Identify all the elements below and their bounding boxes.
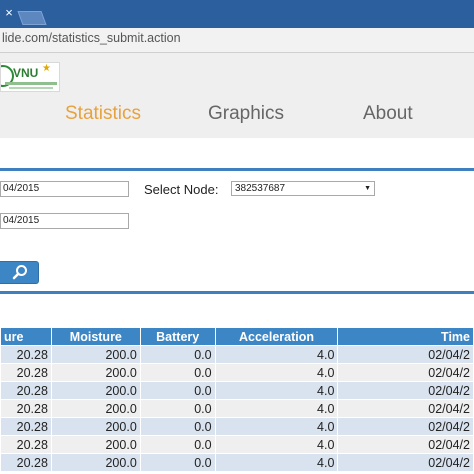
battery-cell: 0.0 xyxy=(139,417,216,436)
new-tab-button[interactable] xyxy=(17,11,47,25)
col-header-moisture[interactable]: Moisture xyxy=(50,327,141,346)
acceleration-cell: 4.0 xyxy=(214,417,339,436)
moisture-cell: 200.0 xyxy=(50,363,141,382)
battery-cell: 0.0 xyxy=(139,381,216,400)
logo-subline xyxy=(9,87,53,89)
moisture-cell: 200.0 xyxy=(50,417,141,436)
nav-about[interactable]: About xyxy=(363,103,413,125)
col-header-temperature[interactable]: ure xyxy=(0,327,52,346)
battery-cell: 0.0 xyxy=(139,453,216,472)
table-row: 20.28 200.0 0.0 4.0 02/04/2 xyxy=(0,435,474,454)
battery-cell: 0.0 xyxy=(139,399,216,418)
acceleration-cell: 4.0 xyxy=(214,435,339,454)
site-header: VNU ★ Statistics Graphics About xyxy=(0,53,474,138)
logo-subline xyxy=(5,82,57,85)
close-tab-icon[interactable]: × xyxy=(2,6,16,20)
acceleration-cell: 4.0 xyxy=(214,399,339,418)
select-node-label: Select Node: xyxy=(144,182,219,197)
search-icon xyxy=(12,265,27,280)
table-row: 20.28 200.0 0.0 4.0 02/04/2 xyxy=(0,453,474,472)
table-row: 20.28 200.0 0.0 4.0 02/04/2 xyxy=(0,345,474,364)
node-select-value: 382537687 xyxy=(235,183,286,194)
temperature-cell: 20.28 xyxy=(0,435,52,454)
nav-statistics[interactable]: Statistics xyxy=(65,103,141,125)
moisture-cell: 200.0 xyxy=(50,345,141,364)
temperature-cell: 20.28 xyxy=(0,453,52,472)
acceleration-cell: 4.0 xyxy=(214,381,339,400)
acceleration-cell: 4.0 xyxy=(214,453,339,472)
logo-text: VNU xyxy=(13,66,39,80)
moisture-cell: 200.0 xyxy=(50,435,141,454)
url-text: lide.com/statistics_submit.action xyxy=(2,31,181,45)
browser-tab-strip: × xyxy=(0,0,474,28)
col-header-time[interactable]: Time xyxy=(337,327,474,346)
temperature-cell: 20.28 xyxy=(0,399,52,418)
star-icon: ★ xyxy=(42,63,51,74)
time-cell: 02/04/2 xyxy=(337,363,474,382)
vnu-logo[interactable]: VNU ★ xyxy=(0,62,60,92)
col-header-battery[interactable]: Battery xyxy=(139,327,216,346)
table-row: 20.28 200.0 0.0 4.0 02/04/2 xyxy=(0,381,474,400)
moisture-cell: 200.0 xyxy=(50,399,141,418)
battery-cell: 0.0 xyxy=(139,345,216,364)
table-row: 20.28 200.0 0.0 4.0 02/04/2 xyxy=(0,399,474,418)
time-cell: 02/04/2 xyxy=(337,345,474,364)
time-cell: 02/04/2 xyxy=(337,399,474,418)
table-row: 20.28 200.0 0.0 4.0 02/04/2 xyxy=(0,417,474,436)
battery-cell: 0.0 xyxy=(139,435,216,454)
to-date-input[interactable]: 04/2015 xyxy=(0,213,129,229)
temperature-cell: 20.28 xyxy=(0,363,52,382)
table-header-row: ure Moisture Battery Acceleration Time xyxy=(0,327,474,346)
col-header-acceleration[interactable]: Acceleration xyxy=(214,327,339,346)
section-divider xyxy=(0,291,474,294)
dropdown-arrow-icon: ▼ xyxy=(364,185,371,192)
moisture-cell: 200.0 xyxy=(50,381,141,400)
acceleration-cell: 4.0 xyxy=(214,345,339,364)
time-cell: 02/04/2 xyxy=(337,381,474,400)
acceleration-cell: 4.0 xyxy=(214,363,339,382)
node-select[interactable]: 382537687 ▼ xyxy=(231,181,375,196)
time-cell: 02/04/2 xyxy=(337,435,474,454)
from-date-input[interactable]: 04/2015 xyxy=(0,181,129,197)
time-cell: 02/04/2 xyxy=(337,417,474,436)
search-button[interactable] xyxy=(0,261,39,284)
statistics-table: ure Moisture Battery Acceleration Time 2… xyxy=(0,327,474,472)
temperature-cell: 20.28 xyxy=(0,345,52,364)
nav-graphics[interactable]: Graphics xyxy=(208,103,284,125)
address-bar[interactable]: lide.com/statistics_submit.action xyxy=(0,28,474,53)
temperature-cell: 20.28 xyxy=(0,417,52,436)
temperature-cell: 20.28 xyxy=(0,381,52,400)
moisture-cell: 200.0 xyxy=(50,453,141,472)
time-cell: 02/04/2 xyxy=(337,453,474,472)
battery-cell: 0.0 xyxy=(139,363,216,382)
table-body: 20.28 200.0 0.0 4.0 02/04/2 20.28 200.0 0.0 4.0 0… xyxy=(0,345,474,472)
table-row: 20.28 200.0 0.0 4.0 02/04/2 xyxy=(0,363,474,382)
section-divider xyxy=(0,168,474,171)
